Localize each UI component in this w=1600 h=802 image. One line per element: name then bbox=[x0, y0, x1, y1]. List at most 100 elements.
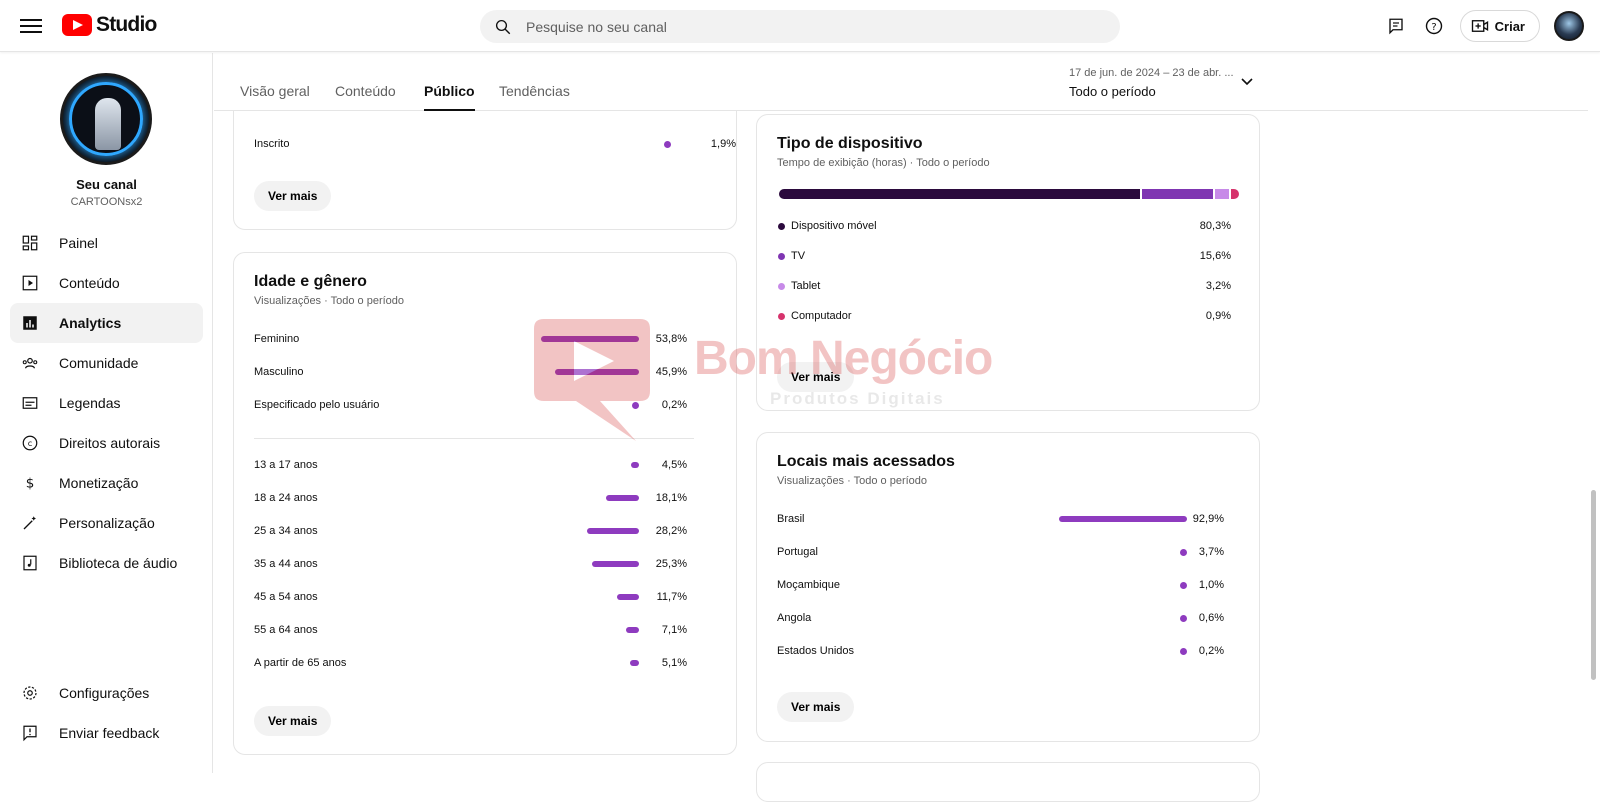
sidebar-item-label: Conteúdo bbox=[59, 275, 120, 291]
card-title: Tipo de dispositivo bbox=[777, 135, 923, 152]
row-label: 45 a 54 anos bbox=[254, 591, 318, 603]
period-selector[interactable]: 17 de jun. de 2024 – 23 de abr. ... Todo… bbox=[1069, 67, 1234, 99]
messages-icon[interactable] bbox=[1384, 14, 1408, 38]
legend-value: 0,9% bbox=[1205, 310, 1231, 322]
row-value: 0,2% bbox=[1198, 645, 1224, 657]
analytics-tabs: Visão geral Conteúdo Público Tendências … bbox=[214, 53, 1588, 111]
magic-wand-icon bbox=[20, 513, 40, 533]
sidebar-item-label: Monetização bbox=[59, 475, 139, 491]
legend-value: 80,3% bbox=[1199, 220, 1231, 232]
legend-label: Dispositivo móvel bbox=[791, 220, 877, 232]
row-label: 13 a 17 anos bbox=[254, 459, 318, 471]
see-more-button[interactable]: Ver mais bbox=[777, 692, 855, 722]
subtitles-icon bbox=[20, 393, 40, 413]
dashboard-icon bbox=[20, 233, 40, 253]
row-value: 3,7% bbox=[1198, 546, 1224, 558]
row-label: A partir de 65 anos bbox=[254, 657, 347, 669]
legend-dot bbox=[778, 223, 785, 230]
channel-handle: CARTOONsx2 bbox=[70, 196, 143, 208]
period-range: 17 de jun. de 2024 – 23 de abr. ... bbox=[1069, 67, 1234, 79]
sidebar-item-conteudo[interactable]: Conteúdo bbox=[10, 263, 203, 303]
svg-text:c: c bbox=[28, 438, 33, 448]
sidebar-item-feedback[interactable]: Enviar feedback bbox=[10, 713, 203, 753]
device-type-card: Tipo de dispositivo Tempo de exibição (h… bbox=[756, 114, 1260, 411]
percent-bar bbox=[555, 369, 639, 375]
sidebar-item-personalizacao[interactable]: Personalização bbox=[10, 503, 203, 543]
search-icon bbox=[495, 19, 511, 34]
search-input[interactable] bbox=[526, 18, 1086, 35]
card-subtitle: Tempo de exibição (horas) · Todo o perío… bbox=[777, 157, 990, 169]
chevron-down-icon[interactable] bbox=[1240, 77, 1254, 87]
row-label: 55 a 64 anos bbox=[254, 624, 318, 636]
row-value: 0,6% bbox=[1198, 612, 1224, 624]
row-value: 1,0% bbox=[1198, 579, 1224, 591]
row-label: 35 a 44 anos bbox=[254, 558, 318, 570]
row-label: Portugal bbox=[777, 546, 818, 558]
tab-visao-geral[interactable]: Visão geral bbox=[240, 83, 310, 99]
sidebar-item-configuracoes[interactable]: Configurações bbox=[10, 673, 203, 713]
row-label: Masculino bbox=[254, 366, 304, 378]
content-icon bbox=[20, 273, 40, 293]
card-title: Idade e gênero bbox=[254, 273, 367, 290]
row-value: 92,9% bbox=[1192, 513, 1224, 525]
row-value: 25,3% bbox=[655, 558, 687, 570]
sidebar-nav: Painel Conteúdo Analytics Comunidade Leg… bbox=[10, 223, 203, 583]
device-segment bbox=[1214, 189, 1229, 199]
analytics-icon bbox=[20, 313, 40, 333]
device-stacked-bar bbox=[779, 189, 1239, 199]
row-label: Especificado pelo usuário bbox=[254, 399, 380, 411]
create-button[interactable]: Criar bbox=[1459, 10, 1540, 42]
sidebar-item-comunidade[interactable]: Comunidade bbox=[10, 343, 203, 383]
card-subtitle: Visualizações · Todo o período bbox=[777, 475, 928, 487]
see-more-button[interactable]: Ver mais bbox=[254, 181, 332, 211]
tab-tendencias[interactable]: Tendências bbox=[499, 83, 570, 99]
sidebar-item-label: Analytics bbox=[59, 315, 122, 331]
see-more-button[interactable]: Ver mais bbox=[777, 362, 855, 392]
youtube-logo-icon bbox=[62, 14, 92, 36]
device-segment bbox=[1142, 189, 1213, 199]
youtube-studio-logo[interactable]: Studio bbox=[62, 13, 157, 37]
sidebar-item-direitos-autorais[interactable]: c Direitos autorais bbox=[10, 423, 203, 463]
tab-conteudo[interactable]: Conteúdo bbox=[335, 83, 396, 99]
percent-bar bbox=[587, 528, 639, 534]
sidebar-item-monetizacao[interactable]: $ Monetização bbox=[10, 463, 203, 503]
sidebar-item-label: Enviar feedback bbox=[59, 725, 160, 741]
next-card bbox=[756, 762, 1260, 802]
percent-bar bbox=[617, 594, 639, 600]
search-bar[interactable] bbox=[480, 10, 1120, 43]
add-video-icon bbox=[1471, 20, 1488, 32]
card-subtitle: Visualizações · Todo o período bbox=[254, 295, 405, 307]
sidebar-item-label: Legendas bbox=[59, 395, 121, 411]
sidebar-item-analytics[interactable]: Analytics bbox=[10, 303, 203, 343]
sidebar-item-label: Biblioteca de áudio bbox=[59, 555, 178, 571]
legend-dot bbox=[778, 253, 785, 260]
legend-dot bbox=[778, 283, 785, 290]
age-gender-card: Idade e gênero Visualizações · Todo o pe… bbox=[233, 252, 737, 755]
legend-label: Computador bbox=[791, 310, 852, 322]
divider bbox=[254, 438, 694, 439]
sidebar-item-legendas[interactable]: Legendas bbox=[10, 383, 203, 423]
menu-icon[interactable] bbox=[20, 15, 42, 37]
sidebar-item-biblioteca-audio[interactable]: Biblioteca de áudio bbox=[10, 543, 203, 583]
scrollbar[interactable] bbox=[1591, 490, 1596, 680]
row-value: 11,7% bbox=[656, 591, 687, 603]
see-more-button[interactable]: Ver mais bbox=[254, 706, 332, 736]
row-value: 53,8% bbox=[655, 333, 687, 345]
channel-avatar[interactable] bbox=[60, 73, 152, 165]
row-label: Estados Unidos bbox=[777, 645, 855, 657]
sidebar-item-painel[interactable]: Painel bbox=[10, 223, 203, 263]
percent-bar bbox=[592, 561, 639, 567]
help-icon[interactable]: ? bbox=[1422, 14, 1446, 38]
top-locations-card: Locais mais acessados Visualizações · To… bbox=[756, 432, 1260, 742]
row-value: 5,1% bbox=[661, 657, 687, 669]
device-segment bbox=[1231, 189, 1239, 199]
row-value: 1,9% bbox=[710, 138, 736, 150]
row-label: 25 a 34 anos bbox=[254, 525, 318, 537]
sidebar-item-label: Comunidade bbox=[59, 355, 139, 371]
legend-value: 15,6% bbox=[1199, 250, 1231, 262]
row-value: 0,2% bbox=[661, 399, 687, 411]
account-avatar[interactable] bbox=[1554, 11, 1584, 41]
sidebar-item-label: Configurações bbox=[59, 685, 150, 701]
tab-publico[interactable]: Público bbox=[424, 83, 475, 111]
svg-text:?: ? bbox=[1431, 22, 1436, 33]
